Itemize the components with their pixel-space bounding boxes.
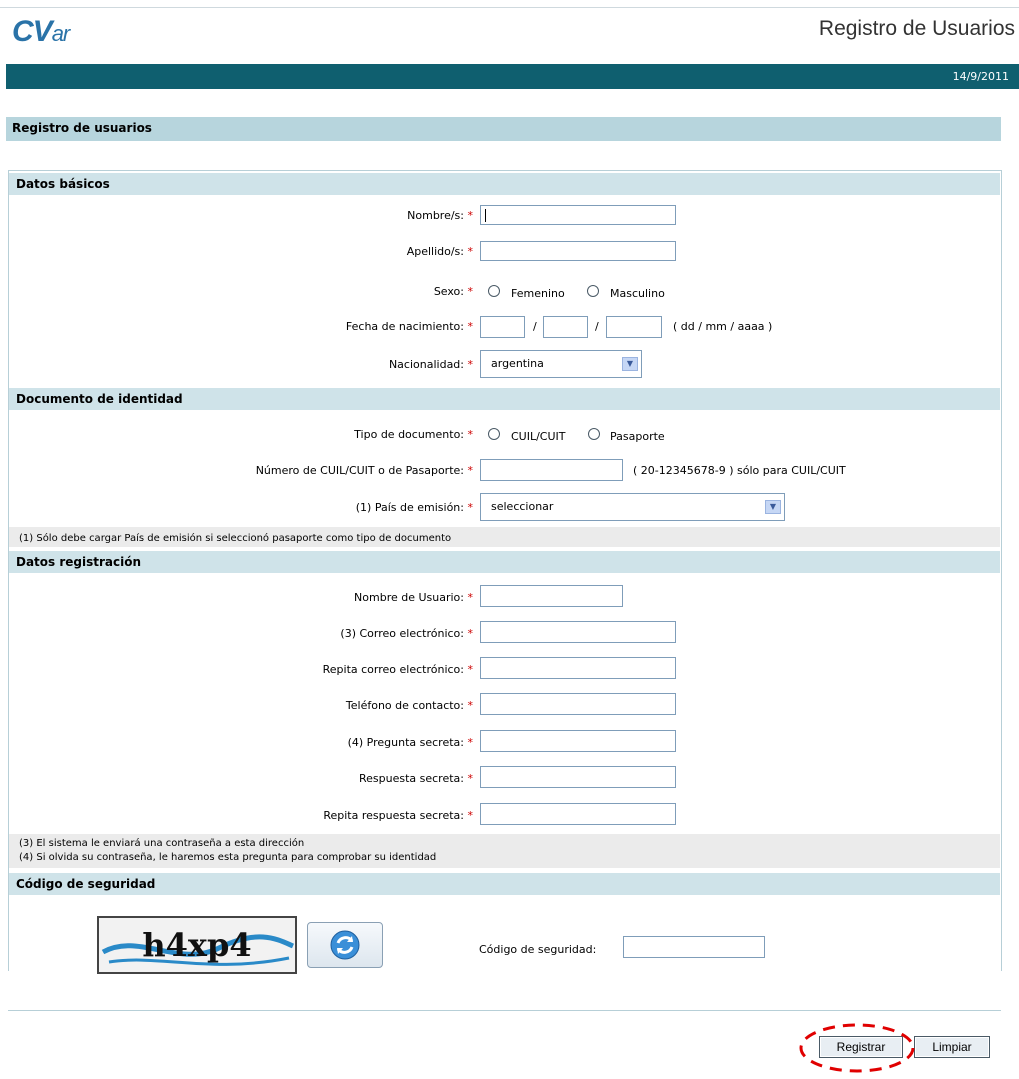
nombre-label: Nombre/s: * <box>407 209 473 222</box>
note-pregunta: (4) Si olvida su contraseña, le haremos … <box>19 852 437 863</box>
numero-documento-input[interactable] <box>480 459 623 481</box>
masculino-label: Masculino <box>610 287 665 300</box>
chevron-down-icon[interactable]: ▼ <box>765 500 781 514</box>
usuario-input[interactable] <box>480 585 623 607</box>
fecha-anio-input[interactable] <box>606 316 662 338</box>
limpiar-button[interactable]: Limpiar <box>914 1036 990 1058</box>
tipo-documento-label: Tipo de documento: * <box>354 428 473 441</box>
fecha-separator: / <box>595 320 599 333</box>
pasaporte-radio[interactable] <box>588 428 600 440</box>
pais-emision-select[interactable]: seleccionar ▼ <box>480 493 785 521</box>
telefono-input[interactable] <box>480 693 676 715</box>
pregunta-label: (4) Pregunta secreta: * <box>347 736 473 749</box>
group-header-seguridad: Código de seguridad <box>9 873 1000 895</box>
pregunta-input[interactable] <box>480 730 676 752</box>
chevron-down-icon[interactable]: ▼ <box>622 357 638 371</box>
documento-note: (1) Sólo debe cargar País de emisión si … <box>9 527 1000 547</box>
respuesta-label: Respuesta secreta: * <box>358 772 473 785</box>
cuil-label: CUIL/CUIT <box>511 430 566 443</box>
femenino-label: Femenino <box>511 287 565 300</box>
footer-divider <box>8 1010 1001 1011</box>
correo-input[interactable] <box>480 621 676 643</box>
pais-emision-label: (1) País de emisión: * <box>355 501 473 514</box>
captcha-text: h4xp4 <box>142 926 251 964</box>
apellido-input[interactable] <box>480 241 676 261</box>
repita-correo-label: Repita correo electrónico: * <box>322 663 473 676</box>
fecha-label: Fecha de nacimiento: * <box>345 320 473 333</box>
numero-hint: ( 20-12345678-9 ) sólo para CUIL/CUIT <box>633 464 846 477</box>
codigo-seguridad-input[interactable] <box>623 936 765 958</box>
respuesta-input[interactable] <box>480 766 676 788</box>
captcha-image: h4xp4 <box>97 916 297 974</box>
repita-respuesta-input[interactable] <box>480 803 676 825</box>
captcha-refresh-button[interactable] <box>307 922 383 968</box>
correo-label: (3) Correo electrónico: * <box>340 627 473 640</box>
fecha-mes-input[interactable] <box>543 316 588 338</box>
text-cursor <box>485 209 486 222</box>
masculino-radio[interactable] <box>587 285 599 297</box>
group-header-datos-basicos: Datos básicos <box>9 173 1000 195</box>
cuil-radio[interactable] <box>488 428 500 440</box>
telefono-label: Teléfono de contacto: * <box>345 699 473 712</box>
nacionalidad-select[interactable]: argentina ▼ <box>480 350 642 378</box>
repita-respuesta-label: Repita respuesta secreta: * <box>323 809 473 822</box>
app-logo: CVar <box>12 15 70 48</box>
current-date: 14/9/2011 <box>952 70 1009 83</box>
header-bar <box>6 64 1019 89</box>
femenino-radio[interactable] <box>488 285 500 297</box>
pasaporte-label: Pasaporte <box>610 430 665 443</box>
registracion-notes: (3) El sistema le enviará una contraseña… <box>9 834 1000 868</box>
apellido-label: Apellido/s: * <box>406 245 473 258</box>
nacionalidad-label: Nacionalidad: * <box>388 358 473 371</box>
page-title: Registro de Usuarios <box>818 17 1015 40</box>
numero-documento-label: Número de CUIL/CUIT o de Pasaporte: * <box>255 464 473 477</box>
captcha-graphic: h4xp4 <box>101 926 294 966</box>
top-divider <box>0 7 1019 8</box>
section-bar <box>6 117 1001 141</box>
fecha-dia-input[interactable] <box>480 316 525 338</box>
highlight-annotation <box>799 1023 915 1073</box>
fecha-hint: ( dd / mm / aaaa ) <box>673 320 773 333</box>
group-header-registracion: Datos registración <box>9 551 1000 573</box>
note-correo: (3) El sistema le enviará una contraseña… <box>19 838 305 849</box>
refresh-icon <box>330 930 360 960</box>
repita-correo-input[interactable] <box>480 657 676 679</box>
codigo-seguridad-label: Código de seguridad: <box>479 943 597 956</box>
usuario-label: Nombre de Usuario: * <box>354 591 473 604</box>
sexo-label: Sexo: * <box>433 285 473 298</box>
nombre-input[interactable] <box>480 205 676 225</box>
group-header-documento: Documento de identidad <box>9 388 1000 410</box>
section-title: Registro de usuarios <box>12 121 152 135</box>
fecha-separator: / <box>533 320 537 333</box>
